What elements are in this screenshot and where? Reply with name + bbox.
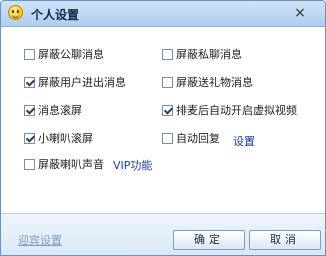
option-auto-reply[interactable]: 自动回复	[162, 130, 220, 146]
option-block-public-chat[interactable]: 屏蔽公聊消息	[24, 46, 104, 62]
option-label: 自动回复	[176, 132, 220, 145]
option-label: 屏蔽送礼物消息	[176, 76, 253, 89]
option-block-user-join-leave[interactable]: 屏蔽用户进出消息	[24, 74, 126, 90]
option-message-scroll[interactable]: 消息滚屏	[24, 102, 82, 118]
dialog-title: 个人设置	[31, 8, 80, 22]
title-bar[interactable]: 个人设置 ×	[1, 1, 325, 27]
auto-reply-settings-link[interactable]: 设置	[233, 133, 255, 149]
checkbox-horn-scroll[interactable]	[24, 132, 35, 144]
checkbox-auto-virtual-video[interactable]	[162, 104, 173, 116]
checkbox-block-user-join-leave[interactable]	[24, 76, 35, 88]
ok-button[interactable]: 确定	[173, 230, 245, 250]
checkbox-block-gift-messages[interactable]	[162, 76, 173, 88]
guest-settings-link[interactable]: 迎宾设置	[18, 232, 62, 248]
option-label: 屏蔽喇叭声音	[38, 158, 104, 171]
dialog-footer: 迎宾设置 确定 取消	[1, 213, 325, 255]
options-panel: 屏蔽公聊消息 屏蔽私聊消息 屏蔽用户进出消息 屏蔽送礼物消息 消息滚屏 排麦后自…	[1, 27, 325, 213]
option-label: 屏蔽公聊消息	[38, 48, 104, 61]
checkbox-block-horn-sound[interactable]	[24, 158, 35, 170]
close-icon[interactable]: ×	[291, 5, 309, 21]
option-label: 小喇叭滚屏	[38, 132, 93, 145]
option-block-horn-sound[interactable]: 屏蔽喇叭声音	[24, 156, 104, 172]
option-block-gift-messages[interactable]: 屏蔽送礼物消息	[162, 74, 253, 90]
cancel-button[interactable]: 取消	[249, 230, 321, 250]
option-label: 消息滚屏	[38, 104, 82, 117]
checkbox-block-private-chat[interactable]	[162, 48, 173, 60]
option-auto-virtual-video[interactable]: 排麦后自动开启虚拟视频	[162, 102, 297, 118]
checkbox-auto-reply[interactable]	[162, 132, 173, 144]
option-block-private-chat[interactable]: 屏蔽私聊消息	[162, 46, 242, 62]
checkbox-block-public-chat[interactable]	[24, 48, 35, 60]
personal-settings-dialog: 个人设置 × 屏蔽公聊消息 屏蔽私聊消息 屏蔽用户进出消息 屏蔽送礼物消息 消息…	[0, 0, 326, 256]
option-horn-scroll[interactable]: 小喇叭滚屏	[24, 130, 93, 146]
vip-feature-link[interactable]: VIP功能	[113, 157, 152, 173]
smiley-app-icon	[8, 5, 23, 20]
option-label: 屏蔽用户进出消息	[38, 76, 126, 89]
checkbox-message-scroll[interactable]	[24, 104, 35, 116]
option-label: 排麦后自动开启虚拟视频	[176, 104, 297, 117]
option-label: 屏蔽私聊消息	[176, 48, 242, 61]
